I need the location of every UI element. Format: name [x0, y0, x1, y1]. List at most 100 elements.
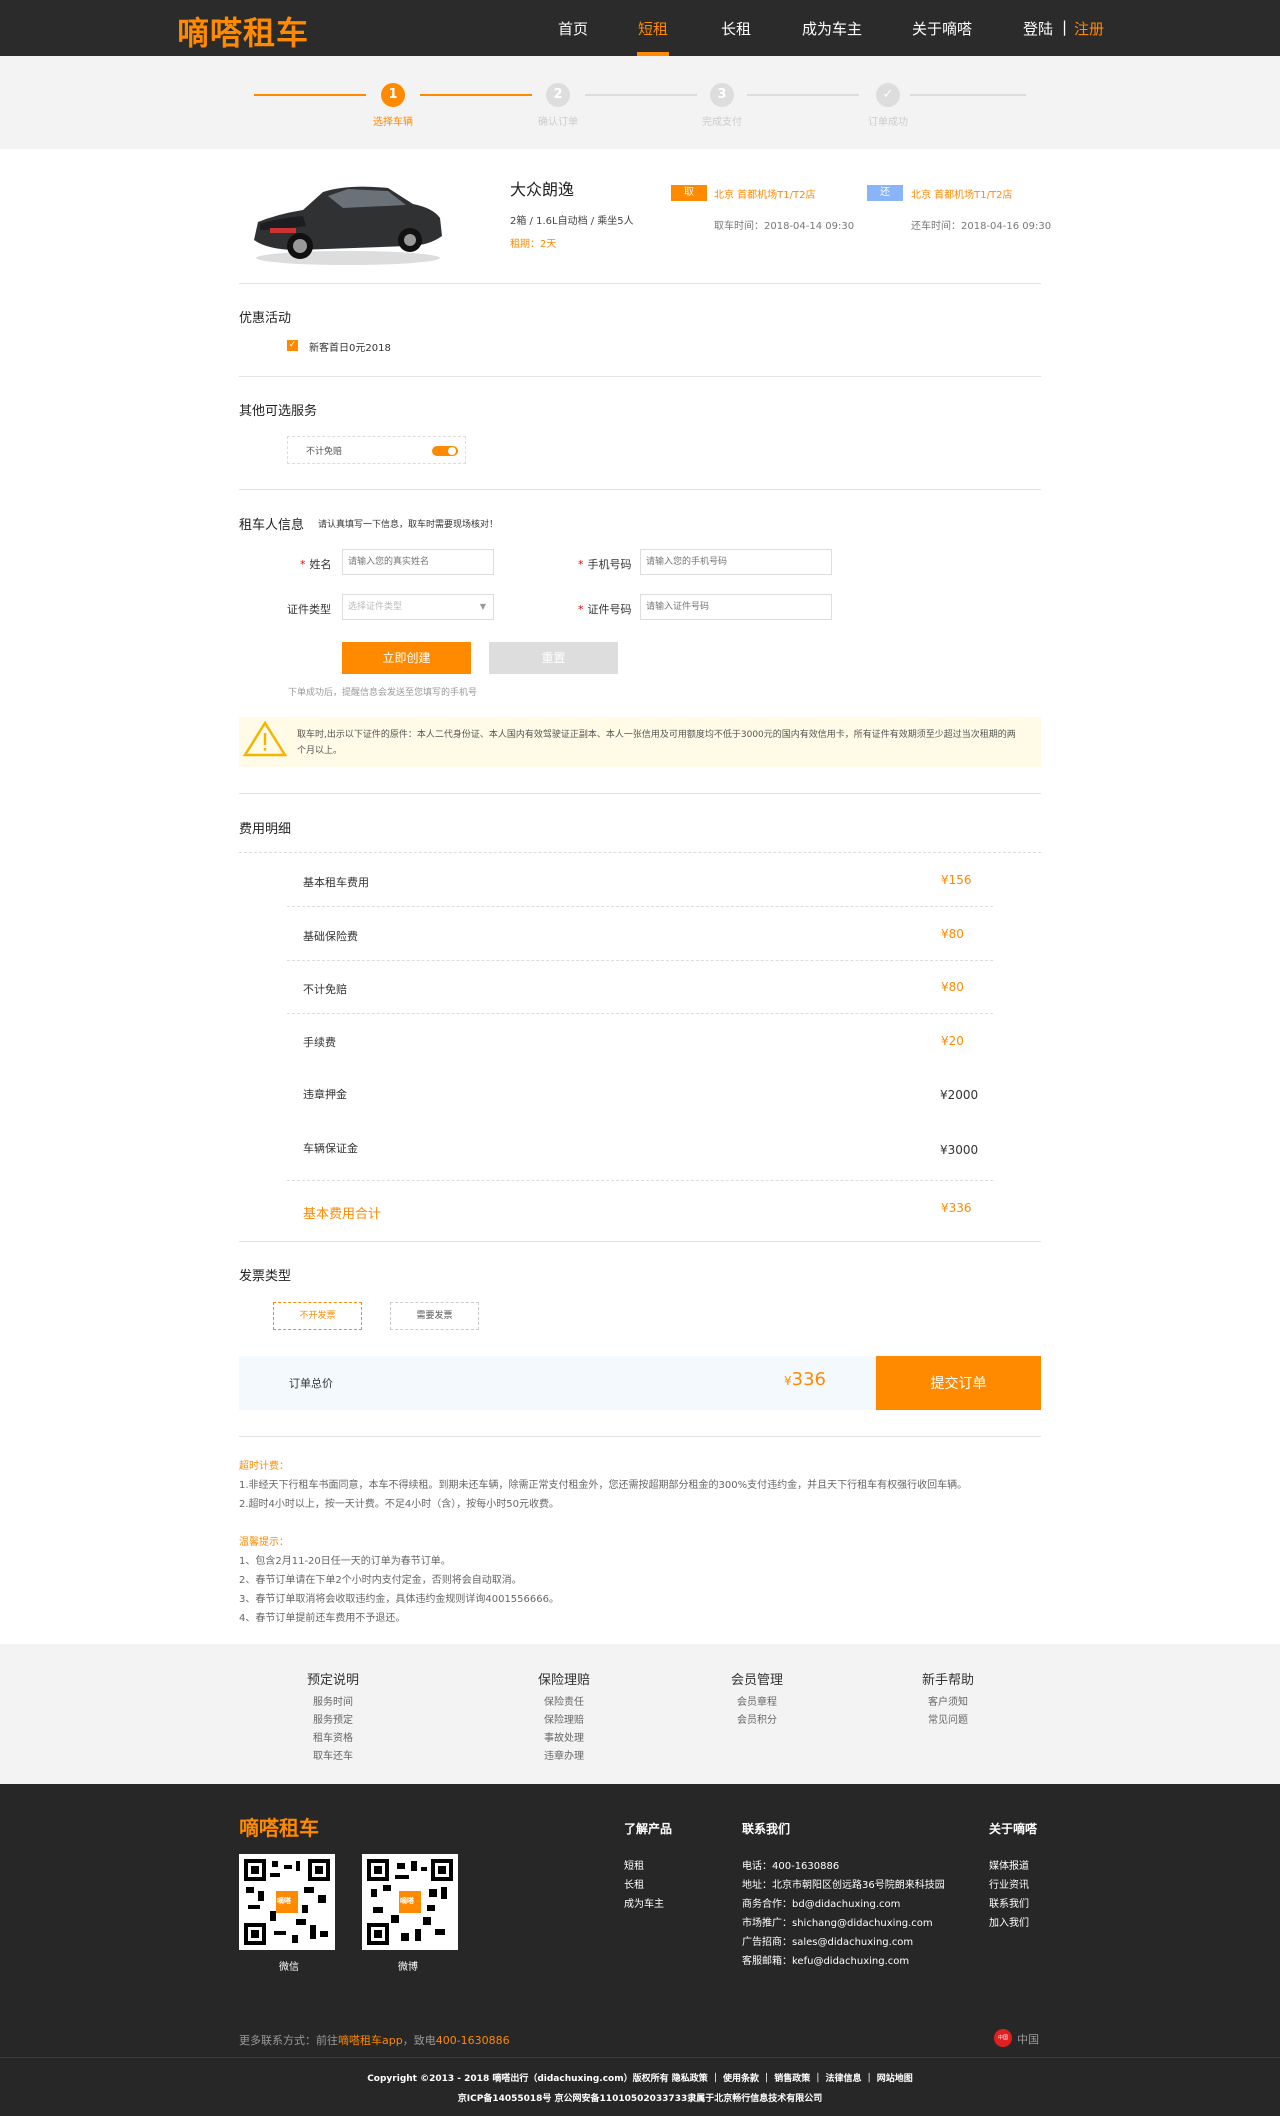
- fee-value: ¥156: [941, 873, 972, 887]
- footer-link[interactable]: 成为车主: [624, 1895, 664, 1914]
- return-location: 北京 首都机场T1/T2店: [911, 190, 1013, 201]
- wechat-qr: 嘀嗒: [239, 1854, 335, 1950]
- reset-button[interactable]: 重置: [489, 642, 618, 674]
- step-2-icon: 2: [546, 83, 570, 107]
- tip-item: 4、春节订单提前还车费用不予退还。: [239, 1613, 406, 1624]
- footer-link[interactable]: 短租: [624, 1857, 664, 1876]
- footer-link[interactable]: 保险责任: [504, 1694, 624, 1712]
- currency-symbol: ¥: [784, 1374, 792, 1388]
- name-input[interactable]: [342, 549, 494, 575]
- footer-link[interactable]: 长租: [624, 1876, 664, 1895]
- pickup-location: 北京 首都机场T1/T2店: [714, 190, 816, 201]
- fee-name: 违章押金: [303, 1088, 347, 1101]
- language-label[interactable]: 中国: [1017, 2031, 1039, 2047]
- fee-value: ¥2000: [940, 1088, 979, 1102]
- copyright: Copyright ©2013 - 2018 嘀嗒出行（didachuxing.…: [367, 2074, 913, 2084]
- order-total-label: 订单总价: [289, 1377, 333, 1390]
- invoice-option-need[interactable]: 需要发票: [390, 1302, 479, 1330]
- footer-link[interactable]: 保险理赔: [504, 1712, 624, 1730]
- invoice-option-none[interactable]: 不开发票: [273, 1302, 362, 1330]
- about-list: 媒体报道 行业资讯 联系我们 加入我们: [989, 1857, 1029, 1933]
- footer-link[interactable]: 租车资格: [273, 1730, 393, 1748]
- idtype-label: 证件类型: [287, 603, 331, 616]
- service-toggle[interactable]: [432, 446, 458, 456]
- fee-name: 基础保险费: [303, 930, 358, 943]
- fee-total-label: 基本费用合计: [303, 1207, 382, 1222]
- car-spec: 2箱 / 1.6L自动档 / 乘坐5人: [510, 216, 634, 227]
- app-link[interactable]: 嘀嗒租车app: [338, 2034, 403, 2047]
- fee-value: ¥80: [941, 927, 964, 941]
- nav-become-owner[interactable]: 成为车主: [802, 18, 862, 39]
- overtime-note: 2.超时4小时以上，按一天计费。不足4小时（含），按每小时50元收费。: [239, 1499, 559, 1510]
- nav-long-rent[interactable]: 长租: [721, 18, 751, 39]
- register-link[interactable]: 注册: [1074, 18, 1104, 39]
- footer-link[interactable]: 客户须知: [888, 1694, 1008, 1712]
- toggle-knob: [448, 447, 456, 455]
- divider: [239, 1241, 1041, 1242]
- pickup-time: 取车时间：2018-04-14 09:30: [714, 221, 855, 232]
- nav-short-rent[interactable]: 短租: [638, 18, 668, 39]
- footer-link[interactable]: 会员积分: [697, 1712, 817, 1730]
- step-1-label: 选择车辆: [373, 117, 413, 128]
- qr-center-logo: 嘀嗒: [400, 1897, 414, 1905]
- warning-icon: [243, 721, 287, 757]
- phone-input[interactable]: [640, 549, 832, 575]
- car-image: [254, 186, 442, 265]
- invoice-title: 发票类型: [239, 1269, 292, 1284]
- pickup-badge: 取: [671, 185, 707, 201]
- divider: [239, 1436, 1041, 1437]
- top-header: 嘀嗒租车 首页 短租 长租 成为车主 关于嘀嗒 登陆 | 注册: [0, 0, 1280, 56]
- logo[interactable]: 嘀嗒租车: [177, 8, 309, 54]
- footer-link[interactable]: 会员章程: [697, 1694, 817, 1712]
- footer-col-title: 保险理赔: [537, 1673, 590, 1688]
- footer-link[interactable]: 违章办理: [504, 1748, 624, 1766]
- phone-label-text: 手机号码: [587, 558, 632, 571]
- nav-about[interactable]: 关于嘀嗒: [912, 18, 972, 39]
- required-mark: *: [578, 603, 584, 616]
- footer-links: 预定说明 服务时间 服务预定 租车资格 取车还车 保险理赔 保险责任 保险理赔 …: [0, 1644, 1280, 1784]
- fee-value: ¥3000: [940, 1143, 979, 1157]
- footer-link[interactable]: 取车还车: [273, 1748, 393, 1766]
- amount-value: 336: [791, 1369, 826, 1390]
- footer-logo: 嘀嗒租车: [239, 1816, 319, 1840]
- chevron-down-icon: ▼: [479, 602, 486, 611]
- idtype-select[interactable]: 选择证件类型 ▼: [342, 594, 494, 620]
- footer-link[interactable]: 事故处理: [504, 1730, 624, 1748]
- login-link[interactable]: 登陆: [1023, 18, 1053, 39]
- fee-name: 基本租车费用: [303, 876, 369, 889]
- divider: [239, 376, 1041, 377]
- footer-link[interactable]: 服务时间: [273, 1694, 393, 1712]
- footer-link[interactable]: 常见问题: [888, 1712, 1008, 1730]
- idnum-input[interactable]: [640, 594, 832, 620]
- promo-checkbox[interactable]: ✓: [287, 340, 298, 351]
- overtime-note: 1.非经天下行租车书面同意，本车不得续租。到期未还车辆，除需正常支付租金外，您还…: [239, 1480, 968, 1491]
- submit-hint: 下单成功后，提醒信息会发送至您填写的手机号: [288, 688, 478, 698]
- submit-order-button[interactable]: 提交订单: [876, 1356, 1041, 1410]
- tip-item: 1、包含2月11-20日任一天的订单为春节订单。: [239, 1556, 451, 1567]
- fee-name: 手续费: [303, 1036, 336, 1049]
- footer-link[interactable]: 行业资讯: [989, 1876, 1029, 1895]
- footer-col-title: 会员管理: [730, 1673, 783, 1688]
- notes-block: 超时计费： 1.非经天下行租车书面同意，本车不得续租。到期未还车辆，除需正常支付…: [239, 1457, 967, 1628]
- fee-value: ¥20: [941, 1034, 964, 1048]
- service-option[interactable]: 不计免赔: [287, 436, 466, 464]
- footer-link[interactable]: 联系我们: [989, 1895, 1029, 1914]
- divider: [239, 852, 1041, 853]
- contact-list: 电话：400-1630886 地址：北京市朝阳区创远路36号院朗来科技园 商务合…: [742, 1857, 945, 1971]
- contact-item: 市场推广：shichang@didachuxing.com: [742, 1918, 933, 1929]
- footer-link[interactable]: 服务预定: [273, 1712, 393, 1730]
- order-total-amount: ¥336: [784, 1369, 826, 1390]
- create-button[interactable]: 立即创建: [342, 642, 471, 674]
- step-3-label: 完成支付: [702, 117, 742, 128]
- contact-item: 商务合作：bd@didachuxing.com: [742, 1899, 901, 1910]
- fees-title: 费用明细: [239, 822, 292, 837]
- promo-item-label: 新客首日0元2018: [309, 343, 391, 354]
- idnum-label: * 证件号码: [578, 601, 632, 617]
- phone-link[interactable]: 400-1630886: [436, 2034, 510, 2047]
- nav-home[interactable]: 首页: [558, 18, 588, 39]
- footer-col: 新手帮助 客户须知 常见问题: [888, 1669, 1008, 1730]
- divider: [239, 793, 1041, 794]
- footer-link[interactable]: 加入我们: [989, 1914, 1029, 1933]
- footer-link[interactable]: 媒体报道: [989, 1857, 1029, 1876]
- return-badge: 还: [867, 185, 903, 201]
